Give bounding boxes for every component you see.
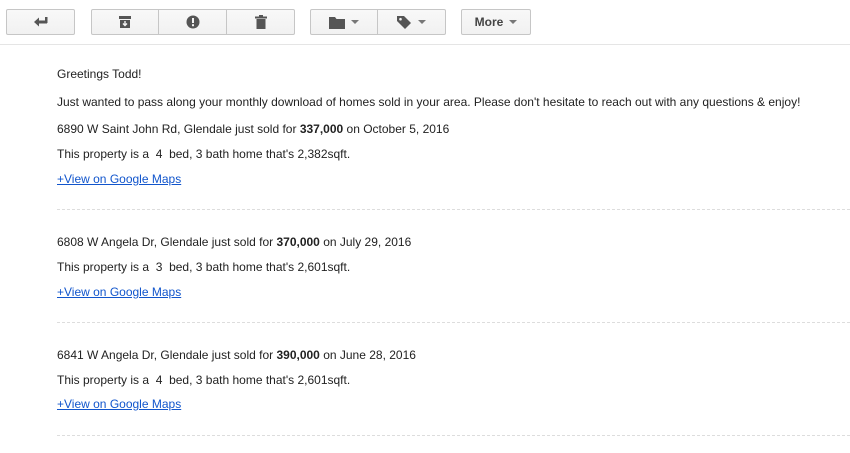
google-maps-link[interactable]: +View on Google Maps [57,172,181,186]
toolbar: More [0,0,850,45]
more-label: More [474,15,504,29]
sold-line: 6890 W Saint John Rd, Glendale just sold… [57,122,450,136]
trash-icon [254,15,267,29]
sale-price: 370,000 [276,235,320,249]
back-button[interactable] [6,9,75,35]
archive-icon [118,15,132,29]
sold-line: 6841 W Angela Dr, Glendale just sold for… [57,348,416,362]
listing-divider [57,322,850,323]
google-maps-link[interactable]: +View on Google Maps [57,397,181,411]
move-to-button[interactable] [310,9,378,35]
organize-button-group [310,9,446,35]
delete-button[interactable] [227,9,295,35]
bed-count: 3 [155,260,163,274]
label-tag-icon [397,15,412,29]
bed-count: 4 [155,147,163,161]
listing-divider [57,209,850,210]
sold-line: 6808 W Angela Dr, Glendale just sold for… [57,235,412,249]
more-button[interactable]: More [461,9,531,35]
sale-price: 390,000 [276,348,320,362]
chevron-down-icon [509,20,518,24]
sale-price: 337,000 [299,122,344,136]
property-details: This property is a 3 bed, 3 bath home th… [57,260,351,274]
bed-count: 4 [155,373,163,387]
chevron-down-icon [418,20,426,24]
report-spam-button[interactable] [159,9,227,35]
reply-arrow-icon [33,16,49,28]
google-maps-link[interactable]: +View on Google Maps [57,285,181,299]
action-button-group [91,9,295,35]
chevron-down-icon [351,20,359,24]
intro-text: Just wanted to pass along your monthly d… [57,95,801,109]
property-details: This property is a 4 bed, 3 bath home th… [57,147,351,161]
labels-button[interactable] [378,9,446,35]
report-spam-icon [186,15,200,29]
greeting: Greetings Todd! [57,67,142,81]
listing-divider [57,435,850,436]
property-details: This property is a 4 bed, 3 bath home th… [57,373,351,387]
folder-icon [329,16,345,29]
archive-button[interactable] [91,9,159,35]
